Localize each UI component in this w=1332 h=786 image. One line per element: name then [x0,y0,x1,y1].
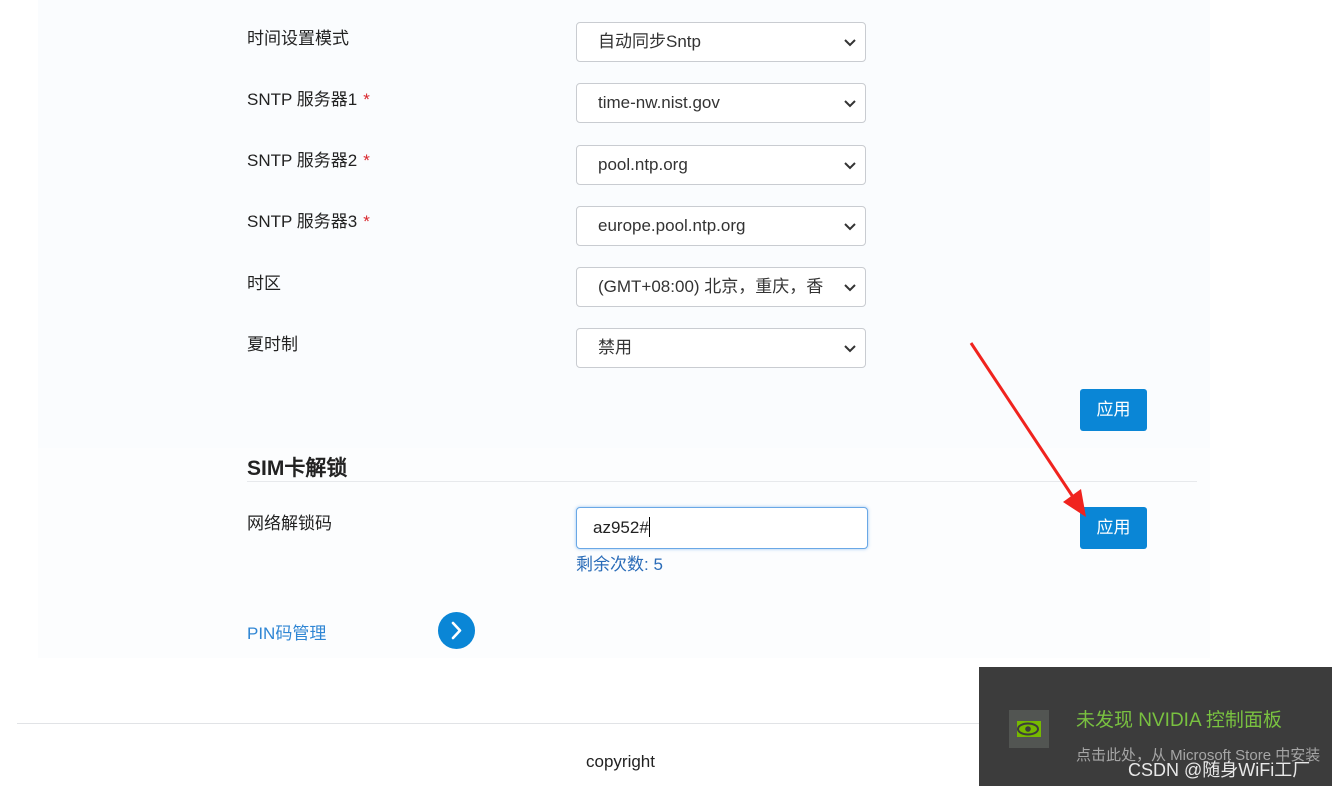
watermark: CSDN @随身WiFi工厂 [1128,760,1311,780]
notification-title: 未发现 NVIDIA 控制面板 [1076,710,1282,731]
nvidia-logo-icon [1009,710,1049,748]
